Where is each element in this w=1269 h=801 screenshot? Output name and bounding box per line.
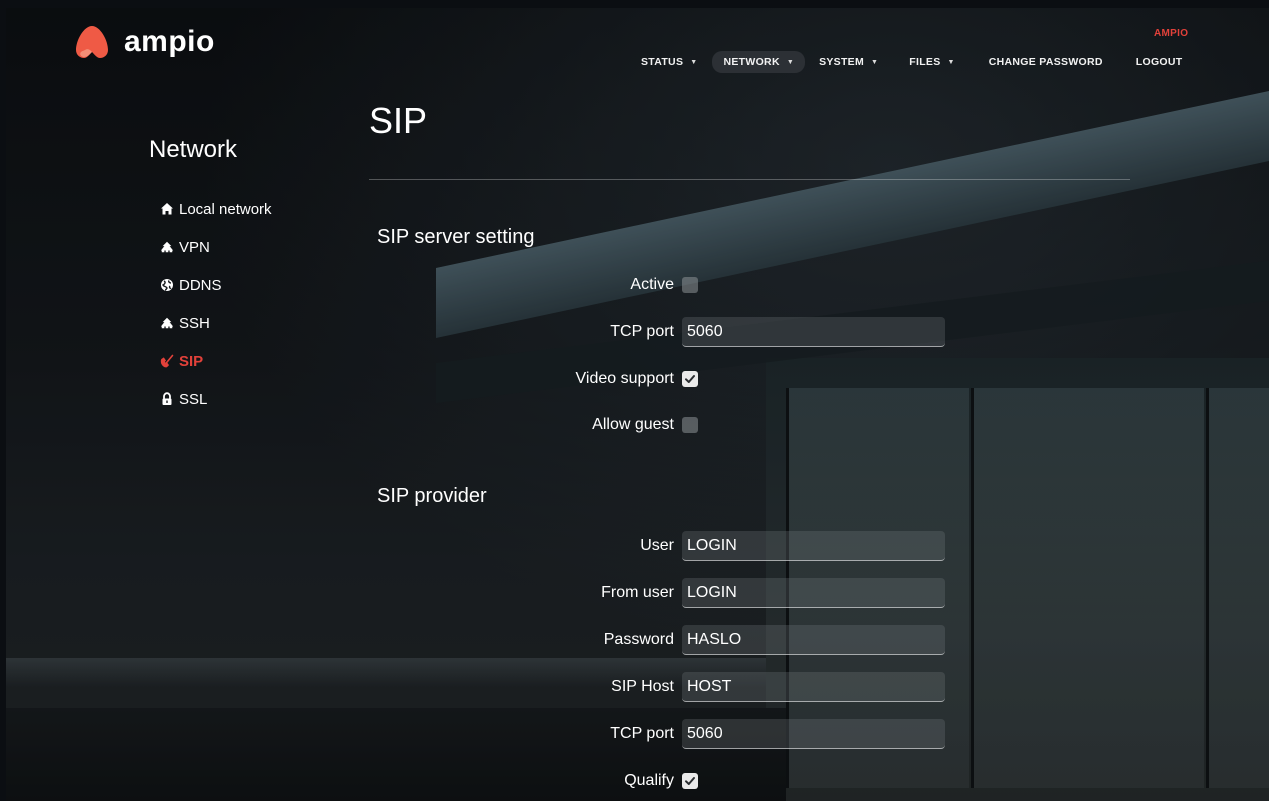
user-label: User xyxy=(640,537,674,554)
nav-files[interactable]: FILES ▼ xyxy=(898,51,966,73)
nav-change-password[interactable]: CHANGE PASSWORD xyxy=(978,51,1114,73)
form-row-from-user: From user xyxy=(380,578,960,608)
sidebar-item-label: SIP xyxy=(179,352,204,370)
form-row-allow-guest: Allow guest xyxy=(380,410,960,440)
title-divider xyxy=(369,179,1130,180)
logo-text: ampio xyxy=(124,25,215,58)
section-title-sip-server: SIP server setting xyxy=(377,226,535,248)
nav-network-label: NETWORK xyxy=(723,56,780,68)
nav-logout-label: LOGOUT xyxy=(1135,56,1183,68)
sitemap-icon xyxy=(160,317,174,329)
sitemap-icon xyxy=(160,241,174,253)
sidebar-item-ssh[interactable]: SSH xyxy=(160,304,272,342)
form-row-video-support: Video support xyxy=(380,364,960,394)
password-label: Password xyxy=(603,631,674,648)
from-user-input[interactable] xyxy=(682,578,945,608)
sidebar-item-label: SSH xyxy=(179,314,210,332)
nav-network[interactable]: NETWORK ▼ xyxy=(712,51,806,73)
nav-logout[interactable]: LOGOUT xyxy=(1125,51,1194,73)
caret-down-icon: ▼ xyxy=(947,58,955,66)
sidebar-item-label: VPN xyxy=(179,238,210,256)
from-user-label: From user xyxy=(601,584,674,601)
checkmark-icon xyxy=(685,375,695,383)
form-row-password: Password xyxy=(380,625,960,655)
sidebar-title: Network xyxy=(149,136,238,163)
active-label: Active xyxy=(630,276,674,293)
password-input[interactable] xyxy=(682,625,945,655)
top-navigation: STATUS ▼ NETWORK ▼ SYSTEM ▼ FILES ▼ CHAN… xyxy=(630,51,1193,73)
form-row-provider-tcp-port: TCP port xyxy=(380,719,960,749)
sidebar-item-local-network[interactable]: Local network xyxy=(160,190,272,228)
form-row-server-tcp-port: TCP port xyxy=(380,317,960,347)
nav-files-label: FILES xyxy=(909,56,941,68)
home-icon xyxy=(161,203,173,215)
sidebar-menu: Local network VPN DDNS SSH SIP SSL xyxy=(160,190,272,418)
ampio-logo-icon xyxy=(76,26,108,58)
provider-tcp-port-input[interactable] xyxy=(682,719,945,749)
page-title: SIP xyxy=(369,100,428,141)
sidebar-item-sip[interactable]: SIP xyxy=(160,342,272,380)
current-user-name: AMPIO xyxy=(1154,28,1189,39)
form-row-user: User xyxy=(380,531,960,561)
nav-status[interactable]: STATUS ▼ xyxy=(630,51,708,73)
checkmark-icon xyxy=(685,777,695,785)
globe-icon xyxy=(161,279,173,291)
sidebar-item-label: Local network xyxy=(179,200,272,218)
sip-host-label: SIP Host xyxy=(611,678,674,695)
nav-system[interactable]: SYSTEM ▼ xyxy=(808,51,889,73)
provider-tcp-port-label: TCP port xyxy=(610,725,674,742)
active-checkbox[interactable] xyxy=(682,277,698,293)
section-title-sip-provider: SIP provider xyxy=(377,485,487,507)
sidebar-item-ssl[interactable]: SSL xyxy=(160,380,272,418)
lock-icon xyxy=(162,392,172,405)
sidebar-item-ddns[interactable]: DDNS xyxy=(160,266,272,304)
nav-system-label: SYSTEM xyxy=(819,56,865,68)
video-support-label: Video support xyxy=(575,370,674,387)
sip-host-input[interactable] xyxy=(682,672,945,702)
user-input[interactable] xyxy=(682,531,945,561)
form-row-sip-host: SIP Host xyxy=(380,672,960,702)
allow-guest-label: Allow guest xyxy=(592,416,674,433)
server-tcp-port-input[interactable] xyxy=(682,317,945,347)
server-tcp-port-label: TCP port xyxy=(610,323,674,340)
nav-change-password-label: CHANGE PASSWORD xyxy=(988,56,1103,68)
sidebar-item-label: SSL xyxy=(179,390,208,408)
allow-guest-checkbox[interactable] xyxy=(682,417,698,433)
phone-icon xyxy=(160,354,174,368)
video-support-checkbox[interactable] xyxy=(682,371,698,387)
form-row-active: Active xyxy=(380,270,960,300)
sidebar-item-label: DDNS xyxy=(179,276,222,294)
nav-status-label: STATUS xyxy=(641,56,684,68)
caret-down-icon: ▼ xyxy=(871,58,879,66)
qualify-label: Qualify xyxy=(624,772,674,789)
sidebar-item-vpn[interactable]: VPN xyxy=(160,228,272,266)
qualify-checkbox[interactable] xyxy=(682,773,698,789)
caret-down-icon: ▼ xyxy=(786,58,795,66)
ampio-logo[interactable]: ampio xyxy=(72,24,215,60)
form-row-qualify: Qualify xyxy=(380,766,960,796)
caret-down-icon: ▼ xyxy=(690,58,698,66)
